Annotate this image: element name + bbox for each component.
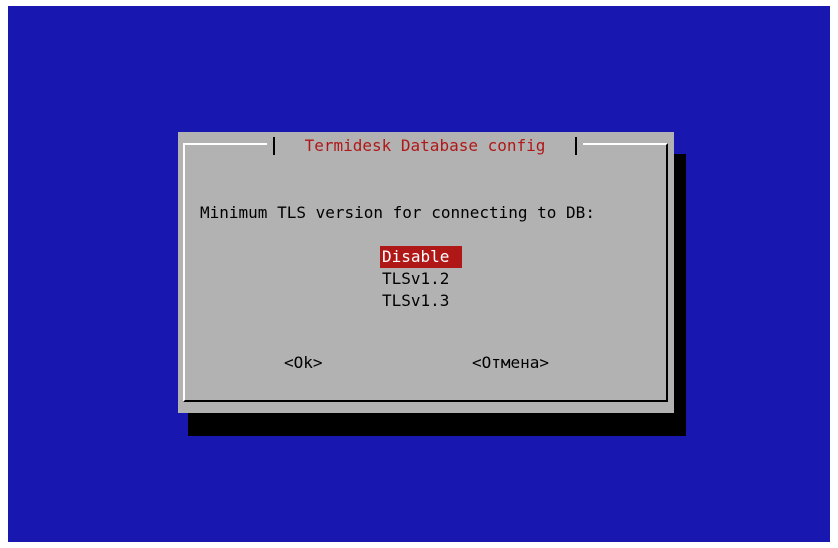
- cancel-button[interactable]: <Отмена>: [472, 352, 549, 374]
- option-tlsv1-3[interactable]: TLSv1.3: [380, 290, 462, 312]
- option-tlsv1-2[interactable]: TLSv1.2: [380, 268, 462, 290]
- terminal-screen: Termidesk Database config Minimum TLS ve…: [8, 6, 830, 542]
- dialog-title: Termidesk Database config: [267, 135, 583, 157]
- ok-button[interactable]: <Ok>: [284, 352, 323, 374]
- option-disable[interactable]: Disable: [380, 246, 462, 268]
- tls-config-dialog: Termidesk Database config Minimum TLS ve…: [178, 132, 674, 413]
- tls-options-list: Disable TLSv1.2 TLSv1.3: [380, 246, 462, 312]
- dialog-prompt: Minimum TLS version for connecting to DB…: [200, 203, 595, 222]
